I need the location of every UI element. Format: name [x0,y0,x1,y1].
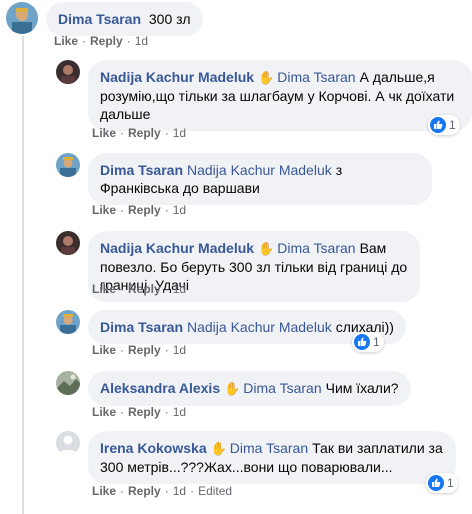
tagged-user[interactable]: Nadija Kachur Madeluk [187,319,332,335]
like-link[interactable]: Like [92,282,116,296]
thread-line [22,36,24,514]
reply-link[interactable]: Reply [128,484,161,498]
avatar[interactable] [6,2,38,34]
comment-0: Dima Tsaran 300 зл [6,2,203,36]
timestamp[interactable]: 1d [173,203,186,217]
reply-link[interactable]: Reply [128,405,161,419]
wave-icon: ✋ [258,241,275,256]
avatar[interactable] [56,431,80,455]
comment-actions: Like · Reply · 1d [92,405,187,419]
reaction-count[interactable]: 1 [428,115,460,135]
reaction-number: 1 [447,476,454,490]
tagged-user[interactable]: Dima Tsaran [230,440,308,456]
comment-actions: Like · Reply · 1d [92,282,187,296]
reaction-number: 1 [449,118,456,132]
like-icon [428,475,444,491]
like-icon [354,334,370,350]
comment-author[interactable]: Dima Tsaran [58,11,141,27]
avatar[interactable] [56,310,80,334]
wave-icon: ✋ [210,441,227,456]
comment-text: Чим їхали? [325,380,399,396]
tagged-user[interactable]: Dima Tsaran [277,69,355,85]
comment-actions: Like · Reply · 1d [92,203,187,217]
comment-text: 300 зл [148,11,191,27]
comment-author[interactable]: Nadija Kachur Madeluk [100,240,254,256]
comment-actions: Like · Reply · 1d [92,126,187,140]
comment-2: Dima Tsaran Nadija Kachur Madeluk з Франкі… [56,153,432,205]
comment-actions: Like · Reply · 1d · Edited [92,484,233,498]
wave-icon: ✋ [258,70,275,85]
comment-author[interactable]: Dima Tsaran [100,319,183,335]
timestamp[interactable]: 1d [173,343,186,357]
like-link[interactable]: Like [92,203,116,217]
like-link[interactable]: Like [92,343,116,357]
edited-label[interactable]: Edited [198,484,232,498]
reply-link[interactable]: Reply [128,203,161,217]
comment-bubble: Irena Kokowska ✋ Dima Tsaran Так ви заплати… [88,431,456,484]
like-link[interactable]: Like [92,405,116,419]
avatar[interactable] [56,60,80,84]
tagged-user[interactable]: Dima Tsaran [243,380,321,396]
reaction-count[interactable]: 1 [426,473,458,493]
comment-5: Aleksandra Alexis ✋ Dima Tsaran Чим їхали? [56,371,411,406]
like-icon [430,117,446,133]
reply-link[interactable]: Reply [90,34,123,48]
comment-6: Irena Kokowska ✋ Dima Tsaran Так ви заплати… [56,431,456,484]
reply-link[interactable]: Reply [128,126,161,140]
timestamp[interactable]: 1d [173,282,186,296]
avatar[interactable] [56,231,80,255]
tagged-user[interactable]: Nadija Kachur Madeluk [187,162,332,178]
timestamp[interactable]: 1d [173,405,186,419]
reply-link[interactable]: Reply [128,343,161,357]
reply-link[interactable]: Reply [128,282,161,296]
comment-1: Nadija Kachur Madeluk ✋ Dima Tsaran А дальш… [56,60,472,131]
comment-actions: Like · Reply · 1d [92,343,187,357]
reaction-number: 1 [373,335,380,349]
comment-author[interactable]: Irena Kokowska [100,440,207,456]
timestamp[interactable]: 1d [135,34,148,48]
like-link[interactable]: Like [92,484,116,498]
comment-author[interactable]: Nadija Kachur Madeluk [100,69,254,85]
avatar[interactable] [56,153,80,177]
comment-author[interactable]: Aleksandra Alexis [100,380,220,396]
timestamp[interactable]: 1d [173,126,186,140]
tagged-user[interactable]: Dima Tsaran [277,240,355,256]
comment-bubble: Dima Tsaran 300 зл [46,2,203,36]
like-link[interactable]: Like [92,126,116,140]
reaction-count[interactable]: 1 [352,332,384,352]
comment-author[interactable]: Dima Tsaran [100,162,183,178]
comment-bubble: Dima Tsaran Nadija Kachur Madeluk з Франкі… [88,153,432,205]
timestamp[interactable]: 1d [173,484,186,498]
avatar[interactable] [56,371,80,395]
comment-bubble: Nadija Kachur Madeluk ✋ Dima Tsaran А дальш… [88,60,472,131]
comment-actions: Like · Reply · 1d [54,34,149,48]
like-link[interactable]: Like [54,34,78,48]
comment-bubble: Aleksandra Alexis ✋ Dima Tsaran Чим їхали? [88,371,411,406]
wave-icon: ✋ [224,381,241,396]
